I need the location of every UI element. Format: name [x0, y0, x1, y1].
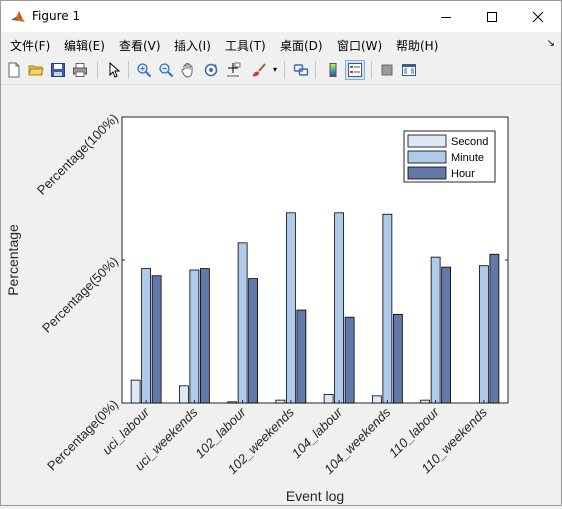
menu-insert[interactable]: 插入(I) — [174, 37, 211, 54]
bar-minute-104_weekends[interactable] — [382, 213, 393, 404]
menu-desktop[interactable]: 桌面(D) — [280, 37, 323, 54]
bar-hour-102_weekends[interactable] — [296, 309, 307, 404]
maximize-button[interactable] — [469, 1, 515, 32]
legend-label-minute: Minute — [451, 152, 484, 164]
bar-hour-104_labour[interactable] — [344, 316, 355, 404]
maximize-icon — [487, 11, 497, 22]
legend[interactable]: Second Minute Hour — [403, 130, 496, 183]
bar-second-104_labour[interactable] — [323, 394, 334, 404]
rotate-3d-button[interactable] — [201, 60, 221, 80]
minimize-button[interactable] — [423, 1, 469, 32]
bar-hour-uci_labour[interactable] — [151, 275, 162, 404]
legend-icon — [348, 63, 362, 77]
new-figure-icon — [8, 62, 20, 78]
print-icon — [73, 63, 87, 77]
bar-hour-104_weekends[interactable] — [392, 313, 403, 404]
data-cursor-icon — [227, 62, 241, 77]
zoom-in-icon — [137, 63, 152, 78]
brush-icon — [252, 63, 266, 77]
open-file-icon — [28, 65, 44, 76]
menu-dock-arrow-icon[interactable]: ↘ — [547, 38, 555, 49]
bar-minute-uci_weekends[interactable] — [189, 269, 200, 404]
pan-hand-icon — [181, 63, 193, 78]
figure-window: Figure 1 文件(F) 编辑(E) 查看(V) 插入(I) 工具(T) 桌… — [0, 0, 562, 506]
toolbar-separator — [97, 61, 98, 79]
save-icon — [51, 63, 65, 77]
zoom-out-icon — [159, 63, 174, 78]
title-bar[interactable]: Figure 1 — [1, 1, 561, 32]
legend-label-hour: Hour — [451, 168, 475, 180]
toolbar-separator — [315, 61, 316, 79]
link-plot-button[interactable] — [291, 60, 311, 80]
menu-tools[interactable]: 工具(T) — [225, 37, 266, 54]
bar-minute-uci_labour[interactable] — [141, 268, 152, 404]
rotate-3d-icon — [204, 63, 218, 77]
bar-hour-uci_weekends[interactable] — [199, 268, 210, 404]
open-file-button[interactable] — [26, 60, 46, 80]
brush-dropdown-arrow-icon[interactable]: ▾ — [273, 65, 277, 74]
bar-second-110_labour[interactable] — [420, 399, 431, 404]
show-plot-tools-button[interactable] — [399, 60, 419, 80]
pointer-icon — [109, 62, 121, 78]
hide-plot-tools-button[interactable] — [377, 60, 397, 80]
hide-plot-tools-icon — [381, 64, 393, 76]
bar-second-uci_weekends[interactable] — [178, 385, 189, 404]
window-title: Figure 1 — [32, 9, 81, 23]
bar-hour-110_labour[interactable] — [441, 266, 452, 404]
menu-bar: 文件(F) 编辑(E) 查看(V) 插入(I) 工具(T) 桌面(D) 窗口(W… — [1, 34, 561, 56]
bar-minute-104_labour[interactable] — [334, 212, 345, 404]
menu-help[interactable]: 帮助(H) — [396, 37, 438, 54]
legend-button[interactable] — [345, 60, 365, 80]
bar-hour-102_labour[interactable] — [248, 278, 259, 404]
link-plot-icon — [293, 64, 309, 76]
matlab-logo-icon — [10, 9, 26, 25]
bar-second-104_weekends[interactable] — [371, 395, 382, 404]
close-button[interactable] — [515, 1, 561, 32]
x-axis-label: Event log — [286, 488, 344, 504]
toolbar-separator — [128, 61, 129, 79]
pan-button[interactable] — [178, 60, 198, 80]
print-button[interactable] — [70, 60, 90, 80]
edit-plot-button[interactable] — [104, 60, 124, 80]
menu-view[interactable]: 查看(V) — [119, 37, 161, 54]
figure-canvas: uci_labour uci_weekends 102_labour 102_week… — [1, 85, 561, 505]
new-figure-button[interactable] — [4, 60, 24, 80]
menu-window[interactable]: 窗口(W) — [337, 37, 382, 54]
menu-edit[interactable]: 编辑(E) — [64, 37, 105, 54]
legend-label-second: Second — [451, 136, 488, 148]
bar-minute-102_labour[interactable] — [237, 242, 248, 404]
bar-minute-110_weekends[interactable] — [478, 265, 489, 404]
menu-file[interactable]: 文件(F) — [10, 37, 50, 54]
legend-swatch-minute — [407, 150, 447, 164]
colorbar-button[interactable] — [323, 60, 343, 80]
bar-chart[interactable]: uci_labouruci_weekends102_labour102_week… — [1, 85, 561, 505]
save-button[interactable] — [48, 60, 68, 80]
minimize-icon — [441, 16, 451, 18]
toolbar-separator — [371, 61, 372, 79]
show-plot-tools-icon — [402, 64, 416, 76]
bar-hour-110_weekends[interactable] — [489, 253, 500, 404]
y-axis-label: Percentage — [5, 224, 21, 296]
toolbar-separator — [284, 61, 285, 79]
bar-second-102_labour[interactable] — [227, 401, 238, 404]
zoom-in-button[interactable] — [134, 60, 154, 80]
data-cursor-button[interactable] — [223, 60, 243, 80]
figure-toolbar: ▾ — [1, 57, 561, 85]
brush-button[interactable] — [249, 60, 269, 80]
bar-second-102_weekends[interactable] — [275, 399, 286, 404]
bar-second-uci_labour[interactable] — [130, 379, 141, 404]
legend-swatch-hour — [407, 166, 447, 180]
colorbar-icon — [329, 63, 337, 77]
zoom-out-button[interactable] — [156, 60, 176, 80]
legend-swatch-second — [407, 134, 447, 148]
bar-minute-110_labour[interactable] — [430, 256, 441, 404]
close-icon — [532, 11, 544, 22]
bar-minute-102_weekends[interactable] — [285, 212, 296, 404]
